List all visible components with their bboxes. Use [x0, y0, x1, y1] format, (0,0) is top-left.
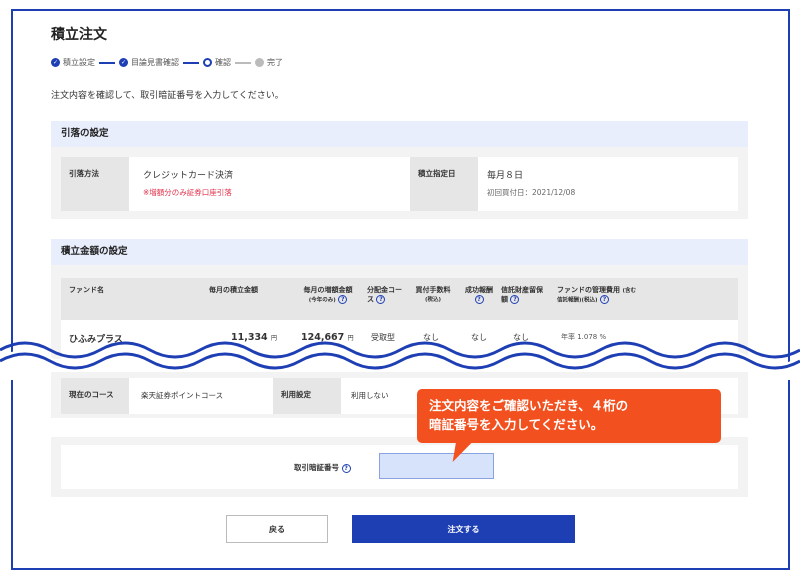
page-title: 積立注文 — [51, 27, 107, 43]
method-note: ※増額分のみ証券口座引落 — [143, 188, 232, 197]
col-increase: 毎月の増額金額 (今年のみ) ? — [293, 286, 363, 305]
step-label: 目論見書確認 — [131, 58, 179, 67]
method-value: クレジットカード決済 — [143, 171, 234, 181]
back-button[interactable]: 戻る — [226, 515, 328, 543]
col-mgmt: ファンドの管理費用 (含む信託報酬)(税込) ? — [557, 286, 637, 305]
col-fee: 買付手数料 (税込) — [415, 286, 451, 304]
table-header: ファンド名 毎月の積立金額 毎月の増額金額 (今年のみ) ? 分配金コース ? … — [61, 278, 738, 320]
step-connector — [235, 61, 251, 64]
col-fund: ファンド名 — [69, 286, 104, 294]
pin-input[interactable] — [379, 453, 494, 479]
progress-steps: ✓ 積立設定 ✓ 目論見書確認 確認 完了 — [51, 57, 283, 68]
help-icon[interactable]: ? — [376, 295, 386, 305]
col-monthly: 毎月の積立金額 — [209, 286, 258, 294]
use-label: 利用設定 — [273, 378, 341, 414]
section-heading: 積立金額の設定 — [51, 239, 748, 265]
col-reward-label: 成功報酬 — [465, 286, 493, 294]
pin-row: 取引暗証番号 ? — [61, 445, 738, 489]
col-mgmt-label: ファンドの管理費用 — [557, 286, 620, 294]
col-fee-sub: (税込) — [424, 297, 442, 304]
help-icon[interactable]: ? — [338, 295, 348, 305]
method-label: 引落方法 — [61, 157, 129, 211]
col-custody: 信託財産留保額 ? — [501, 286, 549, 305]
check-icon: ✓ — [119, 58, 128, 67]
future-step-icon — [255, 58, 264, 67]
col-reward: 成功報酬 ? — [463, 286, 495, 305]
callout-annotation: 注文内容をご確認いただき、４桁の 暗証番号を入力してください。 — [417, 389, 721, 443]
step-label: 積立設定 — [63, 58, 95, 67]
date-label: 積立指定日 — [410, 157, 478, 211]
col-increase-sub: (今年のみ) — [308, 297, 336, 304]
help-icon[interactable]: ? — [341, 463, 351, 473]
col-dividend: 分配金コース ? — [367, 286, 407, 305]
step-label: 確認 — [215, 58, 231, 67]
course-label: 現在のコース — [61, 378, 129, 414]
callout-line: 暗証番号を入力してください。 — [429, 417, 604, 433]
callout-line: 注文内容をご確認いただき、４桁の — [429, 398, 629, 413]
course-value: 楽天証券ポイントコース — [141, 391, 224, 400]
withdrawal-row: 引落方法 クレジットカード決済 ※増額分のみ証券口座引落 積立指定日 毎月８日 … — [61, 157, 738, 211]
check-icon: ✓ — [51, 58, 60, 67]
help-icon[interactable]: ? — [510, 295, 520, 305]
order-button[interactable]: 注文する — [352, 515, 575, 543]
use-value: 利用しない — [351, 391, 389, 400]
step-label: 完了 — [267, 58, 283, 67]
help-icon[interactable]: ? — [474, 295, 484, 305]
pin-panel: 取引暗証番号 ? — [51, 437, 748, 497]
col-increase-label: 毎月の増額金額 — [303, 286, 353, 294]
withdrawal-panel: 引落の設定 引落方法 クレジットカード決済 ※増額分のみ証券口座引落 積立指定日… — [51, 121, 748, 219]
pin-label-text: 取引暗証番号 — [294, 463, 339, 472]
date-value: 毎月８日 — [487, 171, 524, 181]
step-connector — [183, 61, 199, 64]
instruction-text: 注文内容を確認して、取引暗証番号を入力してください。 — [51, 91, 284, 101]
help-icon[interactable]: ? — [599, 295, 609, 305]
current-step-icon — [203, 58, 212, 67]
col-custody-label: 信託財産留保額 — [501, 286, 543, 304]
step-connector — [99, 61, 115, 64]
pin-label: 取引暗証番号 ? — [294, 462, 351, 473]
col-fee-label: 買付手数料 — [415, 286, 451, 294]
section-heading: 引落の設定 — [51, 121, 748, 147]
date-note: 初回買付日：2021/12/08 — [487, 188, 576, 197]
